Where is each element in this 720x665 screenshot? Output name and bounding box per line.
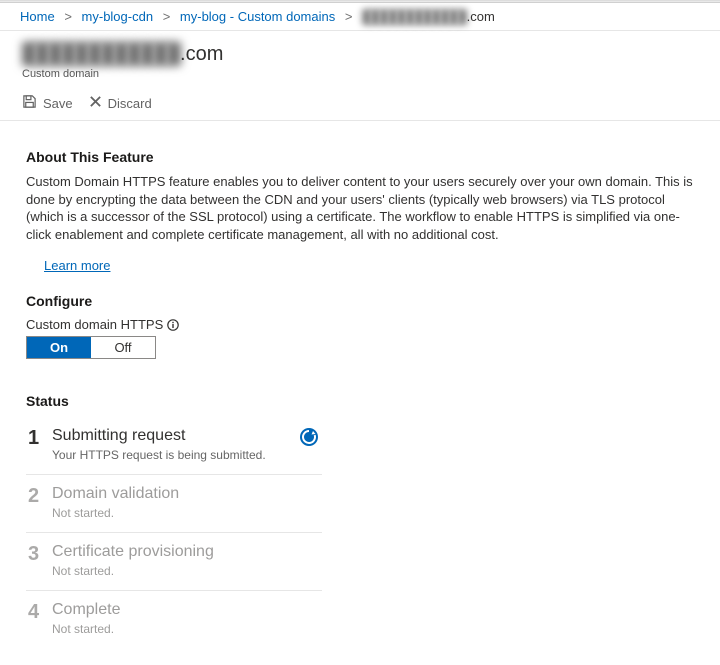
status-step-2: 2 Domain validation Not started.	[26, 475, 322, 533]
status-step-subtitle: Not started.	[52, 506, 320, 520]
status-step-number: 3	[28, 543, 52, 578]
https-toggle-off[interactable]: Off	[91, 337, 155, 358]
status-heading: Status	[26, 393, 694, 409]
status-step-number: 4	[28, 601, 52, 636]
page-title: ████████████.com	[22, 43, 710, 66]
status-step-number: 2	[28, 485, 52, 520]
configure-label: Custom domain HTTPS	[26, 317, 694, 332]
toolbar: Save Discard	[0, 86, 720, 121]
breadcrumb-cdn[interactable]: my-blog-cdn	[82, 9, 154, 24]
discard-button[interactable]: Discard	[89, 94, 152, 112]
status-step-title: Submitting request	[52, 427, 298, 445]
status-step-title: Complete	[52, 601, 320, 619]
breadcrumb-home[interactable]: Home	[20, 9, 55, 24]
chevron-right-icon: >	[163, 9, 171, 24]
learn-more-link[interactable]: Learn more	[44, 258, 110, 273]
status-step-subtitle: Your HTTPS request is being submitted.	[52, 448, 298, 462]
status-step-title: Certificate provisioning	[52, 543, 320, 561]
status-step-title: Domain validation	[52, 485, 320, 503]
about-heading: About This Feature	[26, 149, 694, 165]
configure-heading: Configure	[26, 293, 694, 309]
about-body: Custom Domain HTTPS feature enables you …	[26, 173, 694, 243]
breadcrumb-current-masked: ████████████	[362, 9, 467, 24]
chevron-right-icon: >	[64, 9, 72, 24]
status-step-number: 1	[28, 427, 52, 462]
breadcrumb-custom-domains[interactable]: my-blog - Custom domains	[180, 9, 335, 24]
status-step-subtitle: Not started.	[52, 564, 320, 578]
info-icon[interactable]	[167, 319, 179, 331]
page-header: ████████████.com Custom domain	[0, 30, 720, 86]
status-step-3: 3 Certificate provisioning Not started.	[26, 533, 322, 591]
status-step-subtitle: Not started.	[52, 622, 320, 636]
status-step-1: 1 Submitting request Your HTTPS request …	[26, 417, 322, 475]
https-toggle-on[interactable]: On	[27, 337, 91, 358]
breadcrumb-current: ████████████.com	[362, 9, 495, 24]
page-subtitle: Custom domain	[22, 68, 710, 80]
chevron-right-icon: >	[345, 9, 353, 24]
save-button[interactable]: Save	[22, 94, 73, 112]
close-icon	[89, 95, 102, 111]
save-icon	[22, 94, 37, 112]
breadcrumb: Home > my-blog-cdn > my-blog - Custom do…	[0, 3, 720, 30]
spinner-icon	[298, 427, 320, 462]
status-step-4: 4 Complete Not started.	[26, 591, 322, 648]
page-title-masked: ████████████	[22, 43, 180, 66]
https-toggle[interactable]: On Off	[26, 336, 156, 359]
